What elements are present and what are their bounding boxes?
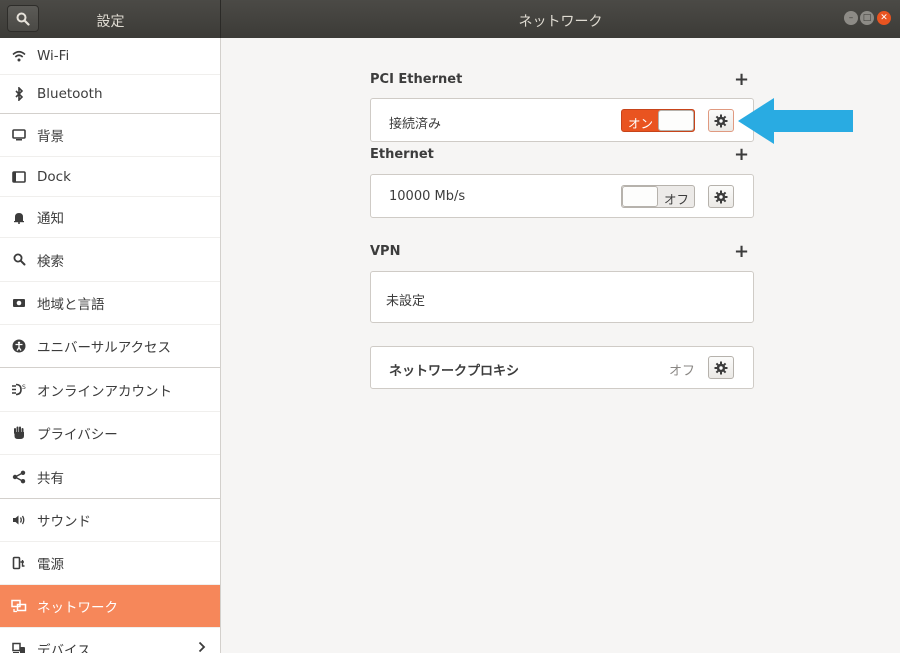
sidebar-item-label: 検索	[37, 253, 64, 270]
plus-icon: +	[734, 144, 750, 165]
sidebar-item-label: 地域と言語	[37, 297, 105, 313]
pci-status: 接続済み	[389, 117, 442, 132]
sidebar-item-label: プライバシー	[37, 427, 118, 443]
bell-icon	[10, 209, 28, 225]
hand-icon	[10, 425, 28, 441]
network-proxy-label: ネットワークプロキシ	[389, 364, 520, 379]
ethernet-speed: 10000 Mb/s	[389, 189, 466, 204]
sidebar-item-label: サウンド	[37, 514, 91, 530]
switch-on-label: オン	[628, 116, 654, 131]
sidebar-item-bluetooth[interactable]: Bluetooth	[0, 75, 220, 114]
proxy-settings-button[interactable]	[708, 356, 734, 379]
sidebar-item-label: 通知	[37, 211, 64, 227]
pci-settings-button[interactable]	[708, 109, 734, 132]
pci-toggle-switch[interactable]: オン	[621, 109, 695, 132]
pci-ethernet-card: 接続済み オン	[370, 98, 754, 142]
gear-icon	[714, 361, 728, 374]
ethernet-title: Ethernet	[370, 147, 434, 162]
page-title: ネットワーク	[518, 14, 603, 30]
sidebar-item-sound[interactable]: サウンド	[0, 499, 220, 542]
search-icon	[10, 252, 28, 268]
close-button[interactable]: ✕	[877, 11, 891, 25]
sidebar: Wi-Fi Bluetooth 背景 Dock 通知 検索 地域と言語 ユニバー…	[0, 38, 221, 653]
ethernet-settings-button[interactable]	[708, 185, 734, 208]
ethernet-add-button[interactable]: +	[734, 146, 749, 164]
pci-ethernet-title: PCI Ethernet	[370, 72, 463, 87]
vpn-title: VPN	[370, 244, 401, 259]
network-proxy-card[interactable]: ネットワークプロキシ オフ	[370, 346, 754, 389]
sidebar-item-label: 電源	[37, 557, 64, 573]
network-proxy-status: オフ	[669, 364, 696, 379]
online-accounts-icon: S	[10, 382, 28, 398]
header-bar: 設定 ネットワーク – □ ✕	[0, 0, 900, 38]
sidebar-item-dock[interactable]: Dock	[0, 157, 220, 197]
chevron-right-icon	[198, 641, 206, 653]
share-icon	[10, 469, 28, 485]
settings-title: 設定	[96, 14, 125, 30]
sidebar-item-label: ネットワーク	[37, 600, 118, 616]
sidebar-item-label: 共有	[37, 470, 64, 487]
sidebar-item-notifications[interactable]: 通知	[0, 197, 220, 238]
background-icon	[10, 127, 28, 143]
speaker-icon	[10, 512, 28, 528]
gear-icon	[714, 114, 728, 127]
sidebar-item-label: ユニバーサルアクセス	[37, 340, 172, 356]
wifi-icon	[10, 48, 28, 64]
plus-icon: +	[734, 69, 750, 90]
sidebar-item-label: Bluetooth	[37, 86, 103, 102]
sidebar-item-region[interactable]: 地域と言語	[0, 282, 220, 325]
dock-icon	[10, 169, 28, 185]
gear-icon	[714, 190, 728, 203]
maximize-icon: □	[862, 12, 872, 23]
ethernet-card: 10000 Mb/s オフ	[370, 174, 754, 218]
sidebar-item-network[interactable]: ネットワーク	[0, 585, 220, 628]
sidebar-item-search[interactable]: 検索	[0, 238, 220, 282]
ethernet-toggle-switch[interactable]: オフ	[621, 185, 695, 208]
vpn-add-button[interactable]: +	[734, 243, 749, 261]
switch-knob	[658, 110, 694, 131]
sidebar-item-wifi[interactable]: Wi-Fi	[0, 38, 220, 75]
region-icon	[10, 295, 28, 311]
maximize-button[interactable]: □	[860, 11, 874, 25]
sidebar-item-label: デバイス	[37, 643, 91, 653]
sidebar-item-devices[interactable]: デバイス	[0, 628, 220, 653]
power-icon	[10, 555, 28, 571]
devices-icon	[10, 641, 28, 653]
arrow-annotation	[738, 98, 853, 144]
sidebar-item-background[interactable]: 背景	[0, 114, 220, 157]
minimize-icon: –	[848, 12, 854, 23]
sidebar-item-label: オンラインアカウント	[37, 383, 172, 400]
accessibility-icon	[10, 338, 28, 354]
sidebar-item-label: Dock	[37, 168, 71, 185]
sidebar-item-online-accounts[interactable]: S オンラインアカウント	[0, 368, 220, 412]
sidebar-item-privacy[interactable]: プライバシー	[0, 412, 220, 455]
plus-icon: +	[734, 241, 750, 262]
sidebar-item-universal-access[interactable]: ユニバーサルアクセス	[0, 325, 220, 368]
sidebar-item-label: Wi-Fi	[37, 48, 70, 64]
bluetooth-icon	[10, 86, 28, 102]
sidebar-item-label: 背景	[37, 129, 64, 145]
pci-add-button[interactable]: +	[734, 71, 749, 89]
svg-text:S: S	[22, 384, 26, 391]
network-icon	[10, 598, 28, 614]
minimize-button[interactable]: –	[844, 11, 858, 25]
close-icon: ✕	[880, 12, 888, 23]
sidebar-item-sharing[interactable]: 共有	[0, 455, 220, 499]
vpn-status: 未設定	[386, 294, 426, 309]
switch-off-label: オフ	[664, 192, 690, 207]
header-left: 設定	[0, 0, 221, 38]
switch-knob	[622, 186, 658, 207]
vpn-card: 未設定	[370, 271, 754, 323]
sidebar-item-power[interactable]: 電源	[0, 542, 220, 585]
